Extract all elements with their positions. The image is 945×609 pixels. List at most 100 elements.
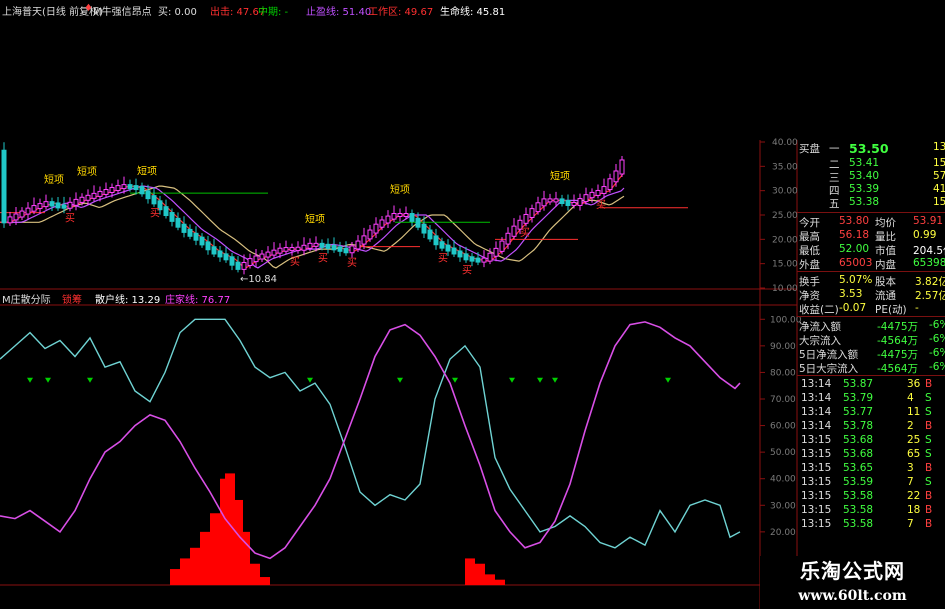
candle-body [457, 250, 463, 258]
candle-body [445, 244, 451, 252]
tick-volume: 3 [907, 462, 914, 474]
lock-bar [180, 558, 190, 585]
panel-separator [797, 375, 945, 376]
bid-volume: 41 [933, 183, 945, 195]
buy-label: 买 [438, 253, 448, 265]
candle-body [289, 247, 295, 252]
short-term-label: 短项 [137, 164, 157, 177]
candle-body [91, 192, 97, 199]
lock-bar [200, 531, 210, 585]
low-price-label: ←10.84 [240, 274, 277, 285]
buy-label: 买 [318, 252, 328, 264]
lock-bar [485, 574, 495, 585]
candle-body [553, 198, 559, 203]
candle-body [277, 247, 283, 254]
bid-volume: 13 [933, 141, 945, 153]
candle-body [319, 242, 325, 248]
candle-body [133, 185, 139, 191]
header-item: 出击: 47.67 [210, 7, 266, 18]
candle-body [205, 241, 211, 251]
sub-chart-header: M庄散分际 锁筹 散户线: 13.29 庄家线: 76.77 [0, 289, 760, 306]
tick-row: 13:14 53.87 36 B [797, 377, 945, 392]
y-tick-label: 20.00 [770, 528, 796, 538]
candle-body [601, 186, 607, 194]
short-term-label: 短项 [305, 213, 325, 226]
buy-label: 买 [462, 264, 472, 276]
watermark-url: www.60lt.com [760, 586, 945, 609]
y-tick-label: 35.00 [772, 162, 798, 172]
tick-side: B [925, 504, 933, 516]
tick-price: 53.59 [843, 476, 874, 488]
tick-row: 13:14 53.79 4 S [797, 391, 945, 406]
sub-header-item: 锁筹 [62, 295, 82, 306]
candle-body [433, 235, 439, 246]
candle-body [403, 213, 409, 217]
indicator-name: M牛强信昂点 [93, 7, 152, 18]
candle-body [145, 190, 151, 200]
candle-body [367, 229, 373, 240]
retail-line [0, 318, 741, 549]
flow-percent: -6% [929, 333, 945, 345]
signal-marker [397, 377, 403, 383]
candle-body [151, 195, 157, 205]
tick-row: 13:15 53.58 18 B [797, 503, 945, 518]
signal-marker [27, 377, 33, 383]
header-item: 工作区: 49.67 [368, 7, 434, 18]
buy-label: 买 [347, 257, 357, 269]
stat-key: PE(动) [875, 304, 907, 316]
pin-icon: ♦ [84, 3, 93, 14]
tick-time: 13:14 [801, 392, 832, 404]
candle-body [121, 184, 127, 190]
buy-label: 买 [150, 207, 160, 219]
tick-volume: 18 [907, 504, 921, 516]
tick-volume: 22 [907, 490, 921, 502]
candle-body [469, 256, 475, 262]
stat-key: 收益(二) [799, 304, 839, 316]
candle-body [247, 258, 253, 266]
flow-percent: -6% [929, 347, 945, 359]
signal-marker [45, 377, 51, 383]
tick-row: 13:14 53.77 11 S [797, 405, 945, 420]
bid-volume: 57 [933, 170, 945, 182]
tick-price: 53.87 [843, 378, 874, 390]
candle-body [343, 247, 349, 254]
tick-volume: 65 [907, 448, 921, 460]
stat-row: 外盘 65003 内盘 65398 [797, 256, 945, 271]
candle-body [139, 186, 145, 195]
bid-row: 五 53.38 15 [797, 195, 945, 210]
candle-body [241, 261, 247, 270]
candle-body [565, 200, 571, 206]
dealer-line [0, 321, 741, 560]
candle-body [463, 253, 469, 261]
tick-price: 53.65 [843, 462, 874, 474]
stat-row: 最低52.00市值204.5亿 [797, 242, 945, 257]
tick-side: S [925, 434, 932, 446]
candle-body [307, 242, 313, 249]
candle-body [73, 198, 79, 206]
candle-body [103, 188, 109, 195]
candle-body [577, 198, 583, 206]
tick-price: 53.58 [843, 504, 874, 516]
y-tick-label: 50.00 [770, 448, 796, 458]
lock-bar [210, 513, 220, 585]
candle-body [187, 228, 193, 237]
candle-body [583, 194, 589, 203]
y-tick-label: 60.00 [770, 422, 796, 432]
candle-body [439, 241, 445, 249]
short-term-label: 短项 [44, 173, 64, 186]
tick-side: B [925, 490, 933, 502]
candle-body [331, 244, 337, 251]
y-tick-label: 15.00 [772, 260, 798, 270]
signal-marker [307, 377, 313, 383]
header-item: 生命线: 45.81 [440, 7, 506, 18]
panel-separator [797, 212, 945, 213]
candle-body [511, 225, 517, 237]
sub-header-item: 散户线: 13.29 [95, 295, 161, 306]
candle-body [79, 196, 85, 203]
candle-body [181, 223, 187, 233]
tick-price: 53.68 [843, 448, 874, 460]
tick-volume: 11 [907, 406, 921, 418]
candle-body [559, 198, 565, 205]
bid-volume: 15 [933, 196, 945, 208]
candle-body [373, 223, 379, 234]
